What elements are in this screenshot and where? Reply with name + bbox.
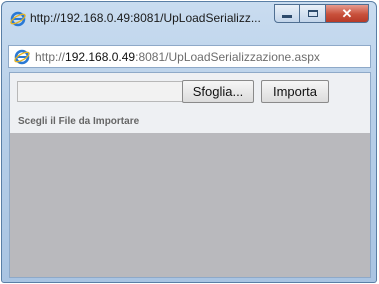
close-button[interactable]: ✕ — [326, 4, 369, 23]
page-content: Sfoglia... Importa Scegli il File da Imp… — [9, 72, 371, 278]
browser-popup-window: http://192.168.0.49:8081/UpLoadSerializz… — [1, 1, 377, 283]
maximize-icon — [307, 10, 318, 17]
minimize-icon — [282, 15, 292, 18]
window-title: http://192.168.0.49:8081/UpLoadSerializz… — [30, 11, 261, 25]
address-bar[interactable]: http://192.168.0.49:8081/UpLoadSerializz… — [8, 45, 371, 68]
ie-page-icon — [14, 49, 30, 65]
maximize-button[interactable] — [300, 4, 326, 23]
file-path-field[interactable] — [17, 81, 184, 102]
url-host: 192.168.0.49 — [65, 50, 136, 64]
close-icon: ✕ — [341, 6, 353, 21]
file-instruction-label: Scegli il File da Importare — [18, 116, 140, 127]
import-button[interactable]: Importa — [261, 80, 329, 103]
results-area — [10, 133, 370, 277]
upload-form-panel: Sfoglia... Importa Scegli il File da Imp… — [10, 73, 370, 133]
address-url: http://192.168.0.49:8081/UpLoadSerializz… — [35, 50, 320, 64]
ie-icon — [10, 11, 26, 27]
browse-button[interactable]: Sfoglia... — [182, 80, 254, 103]
url-rest: :8081/UpLoadSerializzazione.aspx — [135, 50, 320, 64]
window-controls: ✕ — [274, 4, 369, 24]
title-bar[interactable]: http://192.168.0.49:8081/UpLoadSerializz… — [2, 2, 376, 38]
minimize-button[interactable] — [274, 4, 300, 23]
url-prefix: http:// — [35, 50, 66, 64]
